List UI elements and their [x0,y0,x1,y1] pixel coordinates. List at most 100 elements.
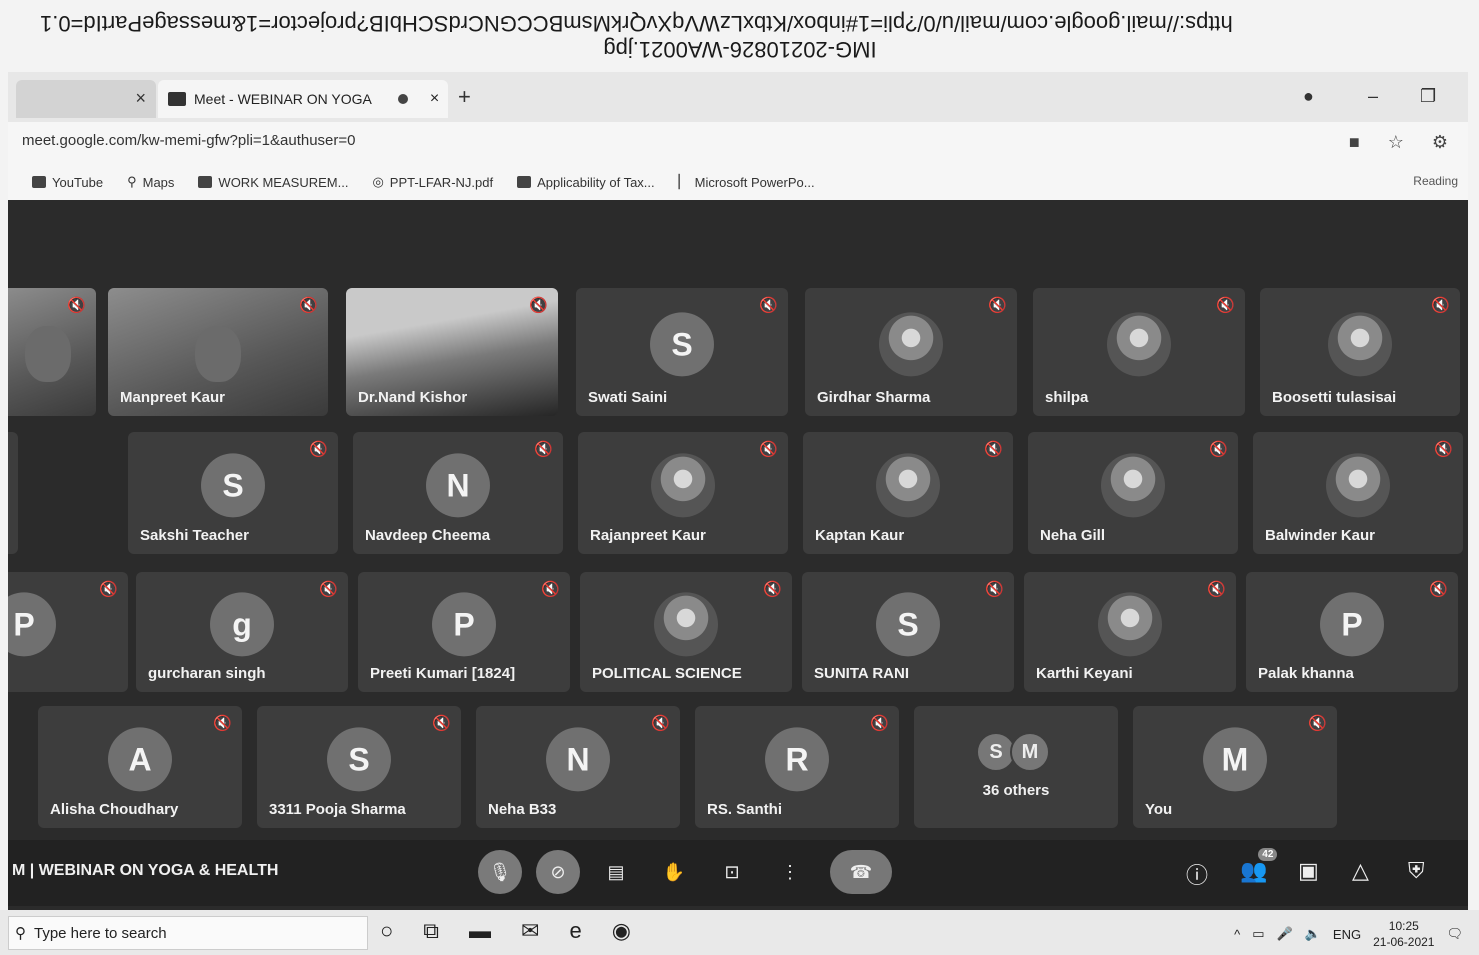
tab-gmail[interactable]: × [16,80,156,118]
new-tab-button[interactable]: + [458,84,471,110]
participant-name: Alisha Choudhary [50,801,179,818]
muted-mic-icon: 🔇 [432,715,451,732]
participant-name: Preeti Kumari [1824] [370,665,516,682]
avatar [654,592,718,657]
avatar: P [8,592,56,657]
edge-icon[interactable]: e [569,918,581,944]
avatar: N [546,727,610,792]
file-explorer-icon[interactable]: ▬ [469,918,491,944]
network-icon[interactable]: ▭ [1252,926,1264,942]
url-input[interactable]: meet.google.com/kw-memi-gfw?pli=1&authus… [22,132,356,149]
participant-tile[interactable]: P Preeti Kumari [1824] 🔇 [358,572,570,692]
participant-tile[interactable]: g gurcharan singh 🔇 [136,572,348,692]
camera-off-button[interactable]: ⊘ [536,850,580,894]
participant-tile[interactable]: P Palak khanna 🔇 [1246,572,1458,692]
close-tab-icon[interactable]: × [135,88,146,109]
cortana-icon[interactable]: ○ [380,918,393,944]
mic-off-button[interactable]: 🎙 [478,850,522,894]
participant-name: Sakshi Teacher [140,527,249,544]
participant-name: SUNITA RANI [814,665,909,682]
bookmark-ppt-lfar[interactable]: ◎ PPT-LFAR-NJ.pdf [372,174,493,190]
meeting-info-icon[interactable]: ⓘ [1186,858,1208,890]
participant-tile[interactable]: S SUNITA RANI 🔇 [802,572,1014,692]
avatar [876,453,940,518]
leave-call-button[interactable]: ☎ [830,850,892,894]
participant-tile[interactable]: S Swati Saini 🔇 [576,288,788,416]
taskbar-search-input[interactable]: ⚲ Type here to search [8,916,368,950]
others-avatars: SM [976,732,1050,772]
participant-tile[interactable]: Boosetti tulasisai 🔇 [1260,288,1460,416]
profile-icon[interactable]: ● [1303,86,1314,107]
muted-mic-icon: 🔇 [870,715,889,732]
avatar [651,453,715,518]
tab-meet[interactable]: Meet - WEBINAR ON YOGA × [158,80,448,118]
participant-tile[interactable]: S Sakshi Teacher 🔇 [128,432,338,554]
avatar: S [327,727,391,792]
participant-tile[interactable]: A Alisha Choudhary 🔇 [38,706,242,828]
avatar: S [876,592,940,657]
close-tab-icon[interactable]: × [430,90,439,108]
bookmark-applicability-tax[interactable]: Applicability of Tax... [517,175,655,190]
participant-tile[interactable]: Dr.Nand Kishor 🔇 [346,288,558,416]
extension-icon[interactable]: ⚙ [1432,132,1448,153]
search-placeholder: Type here to search [34,924,167,942]
tab-title: Meet - WEBINAR ON YOGA [194,91,372,107]
participant-tile[interactable]: N Navdeep Cheema 🔇 [353,432,563,554]
participant-name: Balwinder Kaur [1265,527,1376,544]
participant-name: RS. Santhi [707,801,783,818]
bookmark-star-icon[interactable]: ☆ [1388,132,1404,153]
participant-tile[interactable]: POLITICAL SCIENCE 🔇 [580,572,792,692]
bookmark-maps[interactable]: ⚲ Maps [127,174,174,190]
participant-name: You [1145,801,1173,818]
task-view-icon[interactable]: ⧉ [423,918,439,944]
chrome-icon: ◎ [372,174,384,189]
participant-tile[interactable]: Manpreet Kaur 🔇 [108,288,328,416]
bookmark-powerpoint[interactable]: ▏ Microsoft PowerPo... [679,174,815,190]
chat-icon[interactable]: ▣ [1298,858,1319,884]
participant-tile[interactable]: S M 36 others [914,706,1118,828]
mail-icon[interactable]: ✉ [521,918,539,944]
volume-icon[interactable]: 🔈 [1305,926,1321,942]
participant-tile[interactable]: P[814]🔇 [8,572,128,692]
participant-tile[interactable]: Girdhar Sharma 🔇 [805,288,1017,416]
bookmark-youtube[interactable]: YouTube [32,175,103,190]
screen: IMG-20210826-WA0021.jpg https://mail.goo… [0,0,1479,955]
participant-name: Rajanpreet Kaur [590,527,706,544]
chrome-icon[interactable]: ◉ [612,918,631,944]
restore-icon[interactable]: ❐ [1420,86,1436,107]
raise-hand-button[interactable]: ✋ [656,850,692,894]
captions-button[interactable]: ▤ [598,850,634,894]
participant-tile[interactable]: Kaptan Kaur 🔇 [803,432,1013,554]
avatar [1328,312,1392,377]
mic-icon[interactable]: 🎤 [1277,926,1293,942]
clock[interactable]: 10:25 21-06-2021 [1373,918,1434,950]
participant-tile[interactable]: Karthi Keyani 🔇 [1024,572,1236,692]
bookmark-work-measurement[interactable]: WORK MEASUREM... [198,175,348,190]
participant-tile[interactable]: S 3311 Pooja Sharma 🔇 [257,706,461,828]
participant-tile[interactable]: M🔇 [8,432,18,554]
avatar [1101,453,1165,518]
participant-tile[interactable]: Rajanpreet Kaur 🔇 [578,432,788,554]
muted-mic-icon: 🔇 [99,581,118,598]
reading-list-button[interactable]: Reading [1413,174,1458,188]
participant-tile[interactable]: Balwinder Kaur 🔇 [1253,432,1463,554]
participant-name: Swati Saini [588,389,668,406]
avatar: M [1203,727,1267,792]
more-options-button[interactable]: ⋮ [772,850,808,894]
participant-tile[interactable]: 🔇 [8,288,96,416]
camera-icon[interactable]: ■ [1349,132,1360,153]
participant-tile[interactable]: N Neha B33 🔇 [476,706,680,828]
people-button[interactable]: 👥 42 [1240,848,1278,884]
participant-tile[interactable]: shilpa 🔇 [1033,288,1245,416]
minimize-icon[interactable]: – [1368,86,1378,107]
language-indicator[interactable]: ENG [1333,927,1361,942]
host-controls-icon[interactable]: ⛨ [1408,858,1425,884]
participant-tile[interactable]: M You 🔇 [1133,706,1337,828]
tray-chevron-icon[interactable]: ^ [1234,927,1240,942]
search-icon: ⚲ [15,925,26,942]
participant-tile[interactable]: R RS. Santhi 🔇 [695,706,899,828]
present-button[interactable]: ⊡ [714,850,750,894]
notifications-icon[interactable]: 🗨 [1446,926,1463,942]
activities-icon[interactable]: △ [1352,858,1369,884]
participant-tile[interactable]: Neha Gill 🔇 [1028,432,1238,554]
